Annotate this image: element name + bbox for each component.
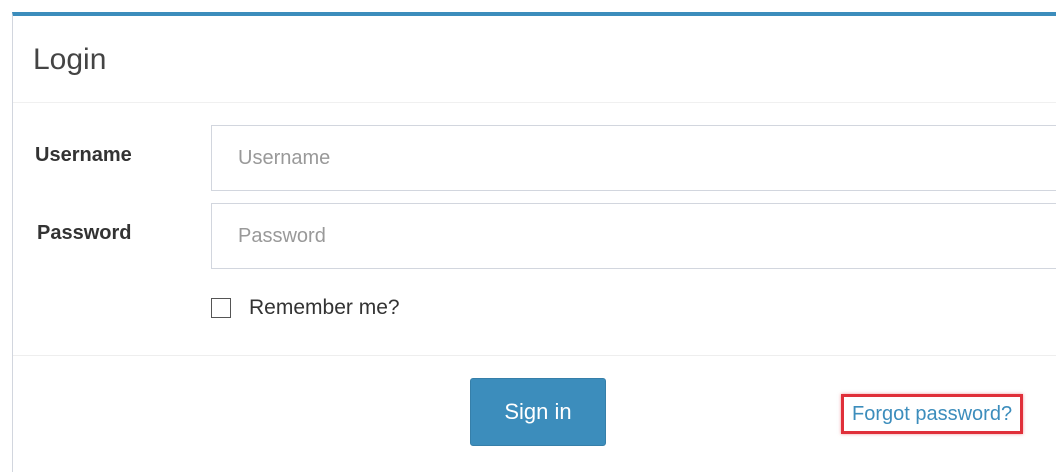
forgot-password-highlight: Forgot password?: [841, 394, 1024, 434]
username-input[interactable]: [211, 125, 1056, 191]
password-input[interactable]: [211, 203, 1056, 269]
panel-title: Login: [33, 43, 107, 76]
sign-in-button[interactable]: Sign in: [470, 378, 606, 446]
password-label: Password: [37, 222, 132, 244]
login-panel: Login Username Password Remember me? Sig…: [12, 12, 1056, 472]
footer-divider: [13, 355, 1056, 356]
remember-me-row[interactable]: Remember me?: [211, 296, 400, 320]
username-label: Username: [35, 144, 132, 166]
panel-header: Login: [13, 16, 1056, 103]
remember-me-label: Remember me?: [249, 296, 400, 319]
forgot-password-link[interactable]: Forgot password?: [852, 403, 1012, 426]
remember-me-checkbox[interactable]: [211, 298, 231, 318]
